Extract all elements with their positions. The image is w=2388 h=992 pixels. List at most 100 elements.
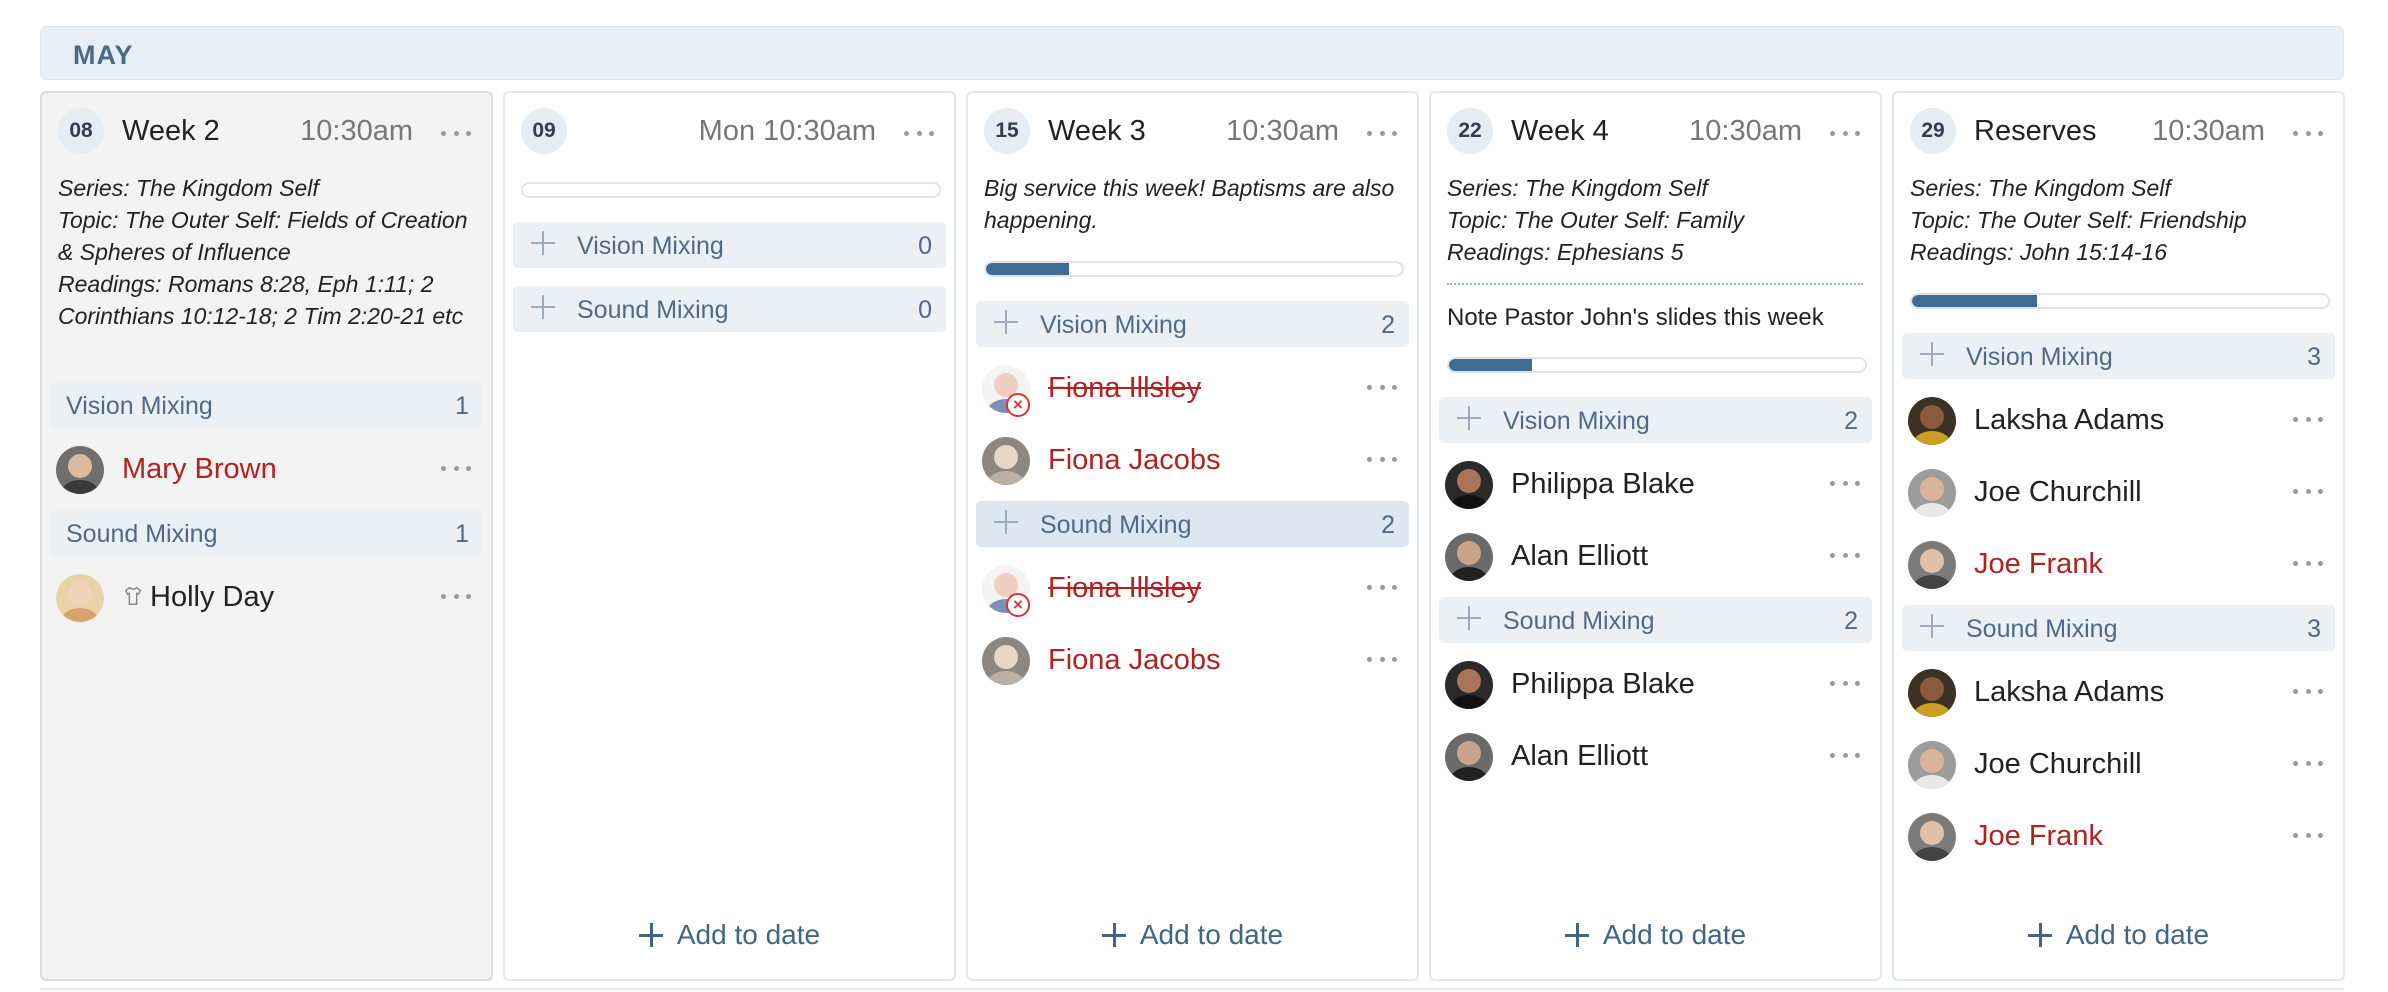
section-vision-mixing[interactable]: Vision Mixing 2 bbox=[976, 301, 1409, 347]
week-title[interactable]: Week 2 bbox=[122, 115, 220, 148]
person-name: Philippa Blake bbox=[1511, 468, 1695, 500]
section-sound-mixing[interactable]: Sound Mixing 2 bbox=[1439, 597, 1872, 643]
date-column-29: 29 Reserves 10:30am Series: The Kingdom … bbox=[1892, 91, 2345, 981]
more-icon[interactable] bbox=[1367, 649, 1397, 669]
more-icon[interactable] bbox=[2293, 481, 2323, 501]
more-icon[interactable] bbox=[2293, 681, 2323, 701]
plus-icon[interactable] bbox=[994, 510, 1018, 534]
add-to-date-button[interactable]: Add to date bbox=[968, 915, 1417, 955]
more-icon[interactable] bbox=[1830, 545, 1860, 565]
more-icon[interactable] bbox=[1367, 377, 1397, 397]
more-icon[interactable] bbox=[904, 123, 934, 143]
person-row[interactable]: Fiona Jacobs bbox=[968, 631, 1417, 691]
week-title[interactable]: Reserves bbox=[1974, 115, 2097, 148]
person-row[interactable]: Alan Elliott bbox=[1431, 527, 1880, 587]
person-row[interactable]: Laksha Adams bbox=[1894, 663, 2343, 723]
section-label: Sound Mixing bbox=[1040, 511, 1192, 539]
section-vision-mixing[interactable]: Vision Mixing 2 bbox=[1439, 397, 1872, 443]
person-row[interactable]: × Fiona Illsley bbox=[968, 559, 1417, 619]
plus-icon[interactable] bbox=[994, 310, 1018, 334]
person-row[interactable]: Mary Brown bbox=[42, 440, 491, 500]
more-icon[interactable] bbox=[441, 123, 471, 143]
more-icon[interactable] bbox=[1367, 449, 1397, 469]
date-column-22: 22 Week 4 10:30am Series: The Kingdom Se… bbox=[1429, 91, 1882, 981]
person-row[interactable]: × Fiona Illsley bbox=[968, 359, 1417, 419]
more-icon[interactable] bbox=[1830, 673, 1860, 693]
service-notes: Big service this week! Baptisms are also… bbox=[984, 175, 1395, 233]
column-header: 09 Mon 10:30am bbox=[505, 93, 954, 173]
date-column-08: 08 Week 2 10:30am Series: The Kingdom Se… bbox=[40, 91, 493, 981]
section-sound-mixing[interactable]: Sound Mixing 0 bbox=[513, 286, 946, 332]
section-label: Sound Mixing bbox=[66, 520, 218, 548]
more-icon[interactable] bbox=[441, 586, 471, 606]
avatar bbox=[1908, 741, 1956, 789]
person-row[interactable]: Fiona Jacobs bbox=[968, 431, 1417, 491]
section-sound-mixing[interactable]: Sound Mixing 2 bbox=[976, 501, 1409, 547]
plus-icon[interactable] bbox=[1920, 342, 1944, 366]
person-name: Philippa Blake bbox=[1511, 668, 1695, 700]
section-sound-mixing[interactable]: Sound Mixing 1 bbox=[50, 510, 483, 556]
add-label: Add to date bbox=[1139, 919, 1284, 950]
person-row[interactable]: Joe Churchill bbox=[1894, 735, 2343, 795]
person-row[interactable]: Joe Churchill bbox=[1894, 463, 2343, 523]
add-to-date-button[interactable]: Add to date bbox=[1894, 915, 2343, 955]
column-header: 29 Reserves 10:30am bbox=[1894, 93, 2343, 173]
section-label: Vision Mixing bbox=[577, 232, 724, 260]
date-column-09: 09 Mon 10:30am Vision Mixing 0 Sound Mix… bbox=[503, 91, 956, 981]
more-icon[interactable] bbox=[1830, 123, 1860, 143]
section-vision-mixing[interactable]: Vision Mixing 3 bbox=[1902, 333, 2335, 379]
person-name: Joe Frank bbox=[1974, 820, 2103, 852]
plus-icon bbox=[1101, 923, 1126, 947]
service-notes: Series: The Kingdom Self Topic: The Oute… bbox=[58, 175, 468, 329]
section-count: 2 bbox=[1381, 511, 1395, 539]
plus-icon[interactable] bbox=[1920, 614, 1944, 638]
person-row[interactable]: Holly Day bbox=[42, 568, 491, 628]
week-title[interactable]: Week 3 bbox=[1048, 115, 1146, 148]
plus-icon[interactable] bbox=[1457, 406, 1481, 430]
person-row[interactable]: Philippa Blake bbox=[1431, 455, 1880, 515]
section-label: Sound Mixing bbox=[1503, 607, 1655, 635]
more-icon[interactable] bbox=[2293, 123, 2323, 143]
more-icon[interactable] bbox=[2293, 553, 2323, 573]
more-icon[interactable] bbox=[1367, 123, 1397, 143]
person-row[interactable]: Joe Frank bbox=[1894, 535, 2343, 595]
date-column-15: 15 Week 3 10:30am Big service this week!… bbox=[966, 91, 1419, 981]
person-row[interactable]: Philippa Blake bbox=[1431, 655, 1880, 715]
bottom-divider bbox=[40, 988, 2344, 990]
add-to-date-button[interactable]: Add to date bbox=[505, 915, 954, 955]
section-label: Sound Mixing bbox=[577, 296, 729, 324]
more-icon[interactable] bbox=[1830, 745, 1860, 765]
section-sound-mixing[interactable]: Sound Mixing 3 bbox=[1902, 605, 2335, 651]
section-vision-mixing[interactable]: Vision Mixing 0 bbox=[513, 222, 946, 268]
declined-icon: × bbox=[1006, 393, 1030, 417]
more-icon[interactable] bbox=[1830, 473, 1860, 493]
more-icon[interactable] bbox=[2293, 753, 2323, 773]
more-icon[interactable] bbox=[1367, 577, 1397, 597]
section-count: 2 bbox=[1844, 607, 1858, 635]
avatar bbox=[56, 574, 104, 622]
section-vision-mixing[interactable]: Vision Mixing 1 bbox=[50, 382, 483, 428]
plus-icon[interactable] bbox=[531, 231, 555, 255]
progress-bar bbox=[521, 182, 941, 198]
progress-bar bbox=[984, 261, 1404, 277]
person-row[interactable]: Laksha Adams bbox=[1894, 391, 2343, 451]
shirt-icon bbox=[124, 586, 142, 605]
person-row[interactable]: Joe Frank bbox=[1894, 807, 2343, 867]
more-icon[interactable] bbox=[441, 458, 471, 478]
plus-icon[interactable] bbox=[531, 295, 555, 319]
person-name: Fiona Jacobs bbox=[1048, 644, 1221, 676]
progress-bar bbox=[1910, 293, 2330, 309]
section-label: Vision Mixing bbox=[1503, 407, 1650, 435]
plus-icon[interactable] bbox=[1457, 606, 1481, 630]
more-icon[interactable] bbox=[2293, 409, 2323, 429]
week-title[interactable]: Week 4 bbox=[1511, 115, 1609, 148]
more-icon[interactable] bbox=[2293, 825, 2323, 845]
add-to-date-button[interactable]: Add to date bbox=[1431, 915, 1880, 955]
avatar bbox=[982, 637, 1030, 685]
avatar bbox=[1445, 661, 1493, 709]
section-label: Vision Mixing bbox=[1966, 343, 2113, 371]
person-row[interactable]: Alan Elliott bbox=[1431, 727, 1880, 787]
column-header: 08 Week 2 10:30am bbox=[42, 93, 491, 173]
plus-icon bbox=[638, 923, 663, 947]
extra-note: Note Pastor John's slides this week bbox=[1447, 304, 1824, 331]
